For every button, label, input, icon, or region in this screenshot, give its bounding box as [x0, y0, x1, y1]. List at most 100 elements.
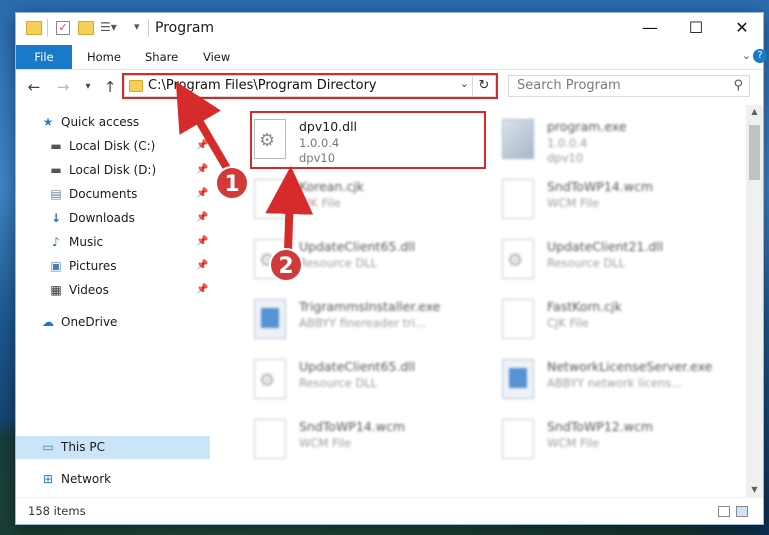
- file-tile[interactable]: SndToWP14.wcm WCM File: [236, 411, 476, 467]
- vertical-scrollbar[interactable]: ▲ ▼: [746, 105, 763, 497]
- step-1-badge: 1: [215, 166, 249, 200]
- tab-home[interactable]: Home: [73, 45, 135, 69]
- maximize-button[interactable]: ☐: [673, 13, 719, 43]
- pin-icon[interactable]: 📌: [196, 284, 208, 295]
- file-type: Resource DLL: [299, 376, 378, 390]
- file-type: ABBYY network licens...: [547, 376, 683, 390]
- expand-ribbon-icon[interactable]: ⌄: [742, 49, 751, 62]
- forward-arrow-icon[interactable]: →: [54, 78, 72, 96]
- file-name: TrigrammsInstaller.exe: [299, 299, 441, 314]
- file-tile[interactable]: FastKorn.cjk CJK File: [484, 291, 724, 347]
- item-count: 158 items: [28, 504, 86, 518]
- file-tile[interactable]: ⚙ UpdateClient21.dll Resource DLL: [484, 231, 724, 287]
- tab-file[interactable]: File: [16, 45, 72, 69]
- details-view-icon[interactable]: [718, 506, 730, 517]
- customize-quick-access-icon[interactable]: ☰▾: [100, 20, 117, 34]
- pictures-icon: ▣: [50, 259, 62, 273]
- file-explorer-window: ✓ ☰▾ ▾ Program — ☐ ✕ File Home Share Vie…: [15, 12, 767, 525]
- search-input[interactable]: Search Program: [517, 78, 621, 93]
- minimize-button[interactable]: —: [627, 13, 673, 43]
- file-type: CJK File: [299, 196, 341, 210]
- drive-icon: ▬: [50, 139, 62, 153]
- step-2-badge: 2: [269, 248, 303, 282]
- file-type: WCM File: [299, 436, 352, 450]
- folder-icon: [26, 21, 42, 35]
- folder-icon: [129, 80, 143, 92]
- tab-share[interactable]: Share: [131, 45, 192, 69]
- file-icon: [254, 179, 286, 219]
- file-name: UpdateClient21.dll: [547, 239, 664, 254]
- downloads-icon: ↓: [50, 211, 62, 225]
- scroll-up-icon[interactable]: ▲: [746, 105, 763, 119]
- exe-icon: [502, 359, 534, 399]
- address-bar[interactable]: C:\Program Files\Program Directory ⌄ ↻: [124, 75, 496, 97]
- file-type: Resource DLL: [547, 256, 626, 270]
- pin-icon[interactable]: 📌: [196, 164, 208, 175]
- file-tile[interactable]: SndToWP12.wcm WCM File: [484, 411, 724, 467]
- window-title: Program: [155, 20, 215, 36]
- file-tile[interactable]: Korean.cjk CJK File: [236, 171, 476, 227]
- file-icon: [502, 419, 534, 459]
- chevron-down-icon[interactable]: ⌄: [460, 77, 469, 90]
- file-tile[interactable]: NetworkLicenseServer.exe ABBYY network l…: [484, 351, 724, 407]
- title-bar: ✓ ☰▾ ▾ Program — ☐ ✕: [16, 13, 763, 45]
- file-name: FastKorn.cjk: [547, 299, 622, 314]
- pin-icon[interactable]: 📌: [196, 188, 208, 199]
- scrollbar-thumb[interactable]: [749, 125, 760, 180]
- network-icon: ⊞: [42, 472, 54, 486]
- chevron-down-icon[interactable]: ▾: [134, 20, 140, 33]
- address-path[interactable]: C:\Program Files\Program Directory: [148, 78, 377, 93]
- search-icon[interactable]: ⚲: [733, 78, 743, 93]
- videos-icon: ▦: [50, 283, 62, 297]
- pin-icon[interactable]: 📌: [196, 260, 208, 271]
- recent-locations-icon[interactable]: ▾: [79, 78, 97, 96]
- file-highlight-box: [250, 111, 486, 169]
- file-type: CJK File: [547, 316, 589, 330]
- file-tile[interactable]: ⚙ UpdateClient65.dll Resource DLL: [236, 351, 476, 407]
- exe-icon: [254, 299, 286, 339]
- file-name: NetworkLicenseServer.exe: [547, 359, 713, 374]
- properties-icon[interactable]: ✓: [56, 21, 70, 35]
- tab-view[interactable]: View: [189, 45, 244, 69]
- computer-icon: ▭: [42, 440, 54, 454]
- cloud-icon: ☁: [42, 315, 54, 329]
- documents-icon: ▤: [50, 187, 62, 201]
- file-description: dpv10: [547, 151, 584, 165]
- pin-icon[interactable]: 📌: [196, 212, 208, 223]
- file-icon: [254, 419, 286, 459]
- drive-icon: ▬: [50, 163, 62, 177]
- close-button[interactable]: ✕: [719, 13, 765, 43]
- pin-icon[interactable]: 📌: [196, 140, 208, 151]
- app-icon: [502, 119, 534, 159]
- search-box[interactable]: Search Program ⚲: [508, 75, 750, 97]
- new-folder-icon[interactable]: [78, 21, 94, 35]
- file-version: 1.0.0.4: [547, 136, 588, 150]
- file-type: ABBYY finereader tri...: [299, 316, 427, 330]
- file-icon: [502, 299, 534, 339]
- divider: [47, 19, 48, 37]
- file-name: program.exe: [547, 119, 627, 134]
- file-type: Resource DLL: [299, 256, 378, 270]
- file-icon: [502, 179, 534, 219]
- back-arrow-icon[interactable]: ←: [25, 78, 43, 96]
- file-name: SndToWP14.wcm: [299, 419, 405, 434]
- navigation-pane: ★ Quick access ▬ Local Disk (C:) ▬ Local…: [16, 105, 216, 497]
- file-name: SndToWP14.wcm: [547, 179, 653, 194]
- large-icons-view-icon[interactable]: [736, 506, 748, 517]
- dll-gear-icon: ⚙: [254, 359, 286, 399]
- scroll-down-icon[interactable]: ▼: [746, 483, 763, 497]
- file-tile[interactable]: TrigrammsInstaller.exe ABBYY finereader …: [236, 291, 476, 347]
- divider: [148, 19, 149, 37]
- file-tile[interactable]: program.exe 1.0.0.4 dpv10: [484, 111, 724, 167]
- file-name: Korean.cjk: [299, 179, 364, 194]
- star-icon: ★: [42, 115, 54, 129]
- help-icon[interactable]: ?: [753, 49, 767, 63]
- up-arrow-icon[interactable]: ↑: [101, 78, 119, 96]
- navigation-bar: ← → ▾ ↑ C:\Program Files\Program Directo…: [16, 70, 763, 104]
- file-tile[interactable]: SndToWP14.wcm WCM File: [484, 171, 724, 227]
- pin-icon[interactable]: 📌: [196, 236, 208, 247]
- file-name: UpdateClient65.dll: [299, 359, 416, 374]
- file-type: WCM File: [547, 436, 600, 450]
- file-name: UpdateClient65.dll: [299, 239, 416, 254]
- refresh-icon[interactable]: ↻: [472, 76, 495, 96]
